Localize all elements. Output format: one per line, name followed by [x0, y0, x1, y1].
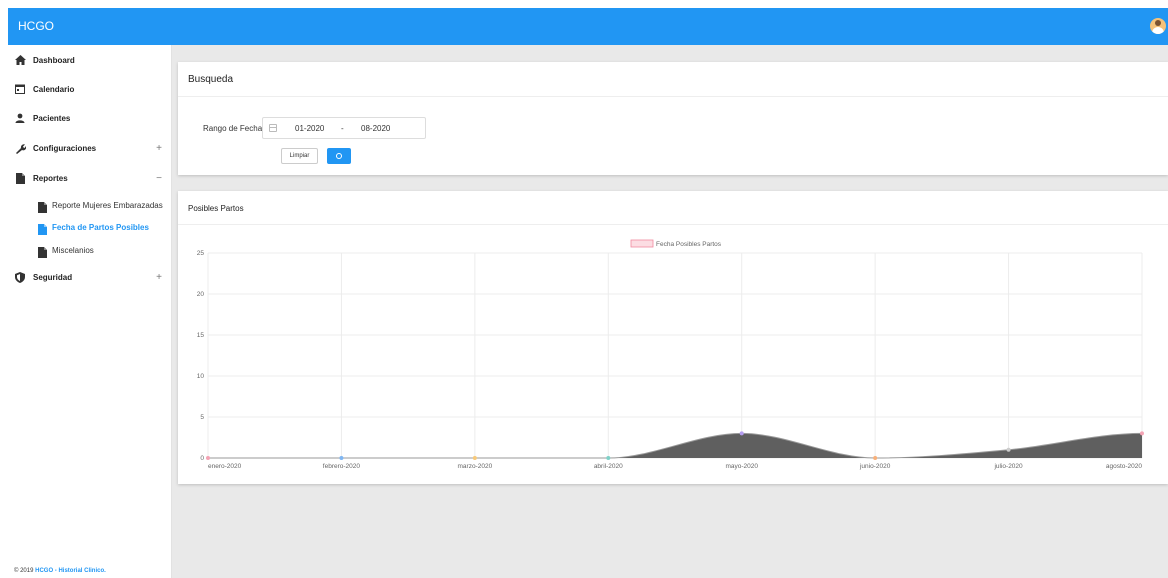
sidebar-item-reportes[interactable]: Reportes − — [8, 167, 172, 189]
document-icon — [14, 172, 26, 184]
document-icon — [38, 200, 48, 213]
data-point[interactable] — [206, 456, 210, 460]
sidebar-item-label: Reportes — [33, 173, 68, 183]
data-point[interactable] — [472, 456, 477, 460]
x-tick-label: junio-2020 — [859, 463, 891, 470]
chart-legend[interactable]: Fecha Posibles Partos — [630, 239, 722, 248]
legend-swatch — [630, 239, 654, 248]
loading-spinner-icon — [336, 153, 342, 159]
expand-toggle-icon[interactable]: + — [156, 272, 162, 283]
collapse-toggle-icon[interactable]: − — [156, 173, 162, 184]
sidebar-item-calendario[interactable]: Calendario — [8, 78, 172, 100]
person-icon — [14, 112, 26, 124]
sidebar-item-label: Calendario — [33, 84, 75, 94]
chart-card: Posibles Partos 0 5 10 15 20 25 enero-2020 feb… — [178, 191, 1168, 484]
search-card-title: Busqueda — [188, 74, 234, 85]
main-content: Busqueda Rango de Fecha 01-2020 - 08-202… — [172, 45, 1168, 578]
date-to-value[interactable]: 08-2020 — [361, 124, 390, 133]
y-tick-label: 5 — [200, 414, 204, 421]
footer-brand-link[interactable]: HCGO - Historial Clinico. — [35, 568, 106, 574]
date-range-label: Rango de Fecha — [203, 124, 263, 133]
x-tick-label: julio-2020 — [993, 463, 1023, 470]
sidebar: Dashboard Calendario Pacientes Configura… — [8, 45, 172, 578]
wrench-icon — [14, 142, 26, 154]
brand-logo[interactable]: HCGO — [18, 19, 54, 33]
sidebar-item-label: Pacientes — [33, 113, 71, 123]
top-bar: HCGO — [8, 8, 1168, 45]
legend-label: Fecha Posibles Partos — [656, 241, 722, 248]
x-tick-label: marzo-2020 — [458, 463, 493, 470]
date-from-value[interactable]: 01-2020 — [295, 124, 324, 133]
sidebar-item-pacientes[interactable]: Pacientes — [8, 107, 172, 129]
search-card: Busqueda Rango de Fecha 01-2020 - 08-202… — [178, 62, 1168, 175]
y-tick-label: 0 — [200, 455, 204, 462]
sidebar-item-configuraciones[interactable]: Configuraciones + — [8, 137, 172, 159]
avatar-head — [1155, 20, 1161, 26]
date-range-input[interactable]: 01-2020 - 08-2020 — [262, 117, 426, 139]
expand-toggle-icon[interactable]: + — [156, 143, 162, 154]
sidebar-subitem-reporte-mujeres-embarazadas[interactable]: Reporte Mujeres Embarazadas — [8, 195, 172, 215]
user-avatar-icon[interactable] — [1150, 18, 1166, 34]
births-area-chart: 0 5 10 15 20 25 enero-2020 febrero-2020 marzo-2… — [197, 239, 1144, 470]
data-point[interactable] — [606, 456, 611, 460]
sidebar-item-label: Dashboard — [33, 55, 75, 65]
calendar-icon — [14, 83, 26, 95]
document-icon — [38, 222, 48, 235]
sidebar-item-seguridad[interactable]: Seguridad + — [8, 266, 172, 288]
x-tick-label: febrero-2020 — [323, 463, 361, 470]
search-button[interactable] — [327, 148, 351, 164]
data-point[interactable] — [873, 456, 878, 460]
data-point[interactable] — [339, 456, 344, 460]
y-tick-label: 10 — [197, 373, 205, 380]
x-tick-label: mayo-2020 — [725, 463, 758, 470]
y-tick-label: 25 — [197, 250, 205, 257]
sidebar-subitem-miscelanios[interactable]: Miscelanios — [8, 240, 172, 260]
card-divider — [178, 96, 1168, 97]
home-icon — [14, 54, 26, 66]
sidebar-subitem-label: Reporte Mujeres Embarazadas — [52, 200, 163, 210]
data-point[interactable] — [1006, 447, 1011, 452]
x-tick-label: agosto-2020 — [1106, 463, 1143, 470]
shield-icon — [14, 271, 26, 283]
data-point[interactable] — [739, 431, 744, 436]
document-icon — [38, 245, 48, 258]
x-tick-label: enero-2020 — [208, 463, 242, 470]
sidebar-item-label: Seguridad — [33, 272, 73, 282]
avatar-body — [1152, 27, 1164, 34]
clear-button[interactable]: Limpiar — [281, 148, 318, 164]
sidebar-item-dashboard[interactable]: Dashboard — [8, 49, 172, 71]
data-point[interactable] — [1140, 431, 1144, 436]
sidebar-subitem-label: Fecha de Partos Posibles — [52, 222, 149, 232]
sidebar-subitem-fecha-de-partos-posibles[interactable]: Fecha de Partos Posibles — [8, 217, 172, 237]
calendar-icon — [269, 124, 277, 132]
sidebar-footer: © 2019 HCGO - Historial Clinico. — [14, 568, 106, 574]
y-tick-label: 15 — [197, 332, 205, 339]
sidebar-subitem-label: Miscelanios — [52, 245, 94, 255]
y-tick-label: 20 — [197, 291, 205, 298]
footer-copyright: © 2019 — [14, 568, 36, 574]
sidebar-item-label: Configuraciones — [33, 143, 97, 153]
date-separator: - — [341, 124, 344, 133]
x-tick-label: abril-2020 — [594, 463, 623, 470]
